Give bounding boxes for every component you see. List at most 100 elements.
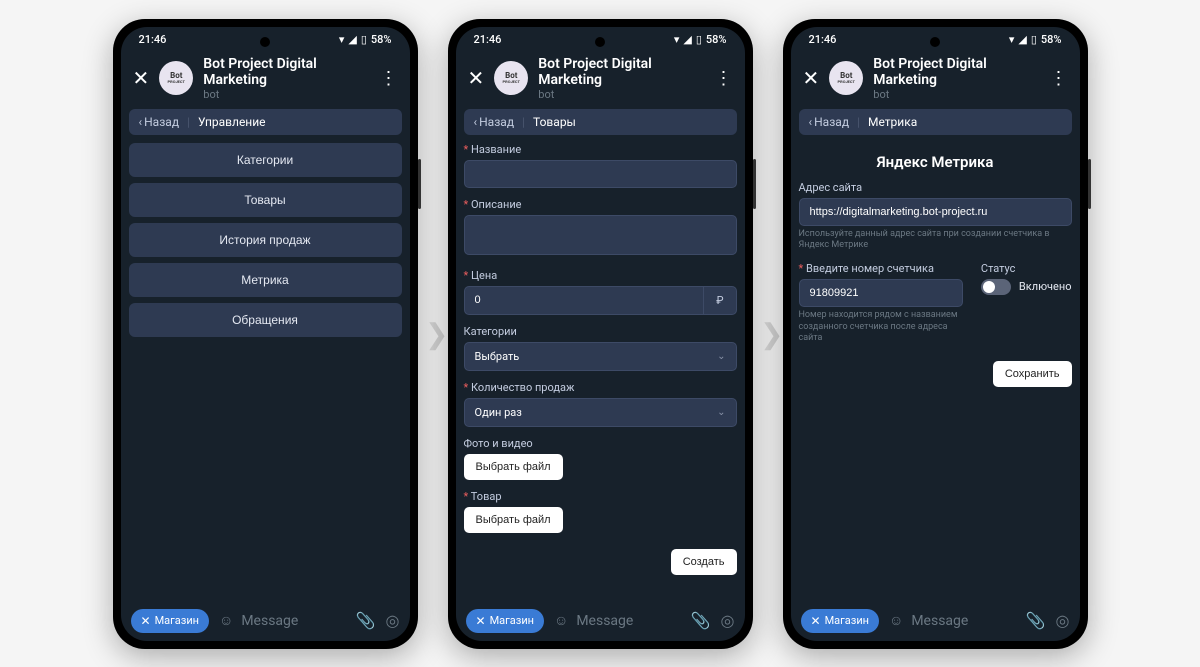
category-select[interactable]: Выбрать ⌄ bbox=[464, 342, 737, 371]
status-value: Включено bbox=[1019, 280, 1072, 293]
menu-metrics[interactable]: Метрика bbox=[129, 263, 402, 297]
breadcrumb-current: Метрика bbox=[868, 115, 917, 129]
menu-requests[interactable]: Обращения bbox=[129, 303, 402, 337]
price-input[interactable] bbox=[464, 286, 705, 315]
breadcrumb: ‹ Назад | Метрика bbox=[799, 109, 1072, 135]
shop-chip[interactable]: ✕Магазин bbox=[131, 609, 210, 633]
camera-icon[interactable]: ◎ bbox=[721, 611, 735, 630]
avatar[interactable]: Bot PROJECT bbox=[829, 61, 863, 95]
url-label: Адрес сайта bbox=[799, 181, 1072, 194]
message-bar: ✕Магазин ☺ Message 📎 ◎ bbox=[121, 601, 410, 641]
chat-title[interactable]: Bot Project Digital Marketing bot bbox=[538, 56, 704, 101]
message-input[interactable]: ☺ Message bbox=[554, 612, 681, 629]
category-label: Категории bbox=[464, 325, 737, 338]
name-label: Название bbox=[464, 143, 737, 156]
desc-input[interactable] bbox=[464, 215, 737, 255]
breadcrumb: ‹ Назад | Управление bbox=[129, 109, 402, 135]
counter-hint: Номер находится рядом с названием создан… bbox=[799, 310, 963, 345]
price-label: Цена bbox=[464, 269, 737, 282]
close-chip-icon[interactable]: ✕ bbox=[141, 614, 151, 628]
name-input[interactable] bbox=[464, 160, 737, 188]
attach-icon[interactable]: 📎 bbox=[691, 611, 711, 630]
phone-1: 21:46 ▾ ◢ ▯ 58% ✕ Bot PROJECT Bot Projec… bbox=[113, 19, 418, 649]
menu-sales-history[interactable]: История продаж bbox=[129, 223, 402, 257]
back-button[interactable]: ‹ Назад bbox=[139, 115, 180, 129]
battery-pct: 58% bbox=[706, 33, 727, 46]
message-bar: ✕Магазин ☺ Message 📎 ◎ bbox=[791, 601, 1080, 641]
shop-chip[interactable]: ✕Магазин bbox=[801, 609, 880, 633]
battery-icon: ▯ bbox=[1031, 33, 1037, 46]
arrow-icon: ❯ bbox=[760, 317, 783, 350]
sales-label: Количество продаж bbox=[464, 381, 737, 394]
emoji-icon[interactable]: ☺ bbox=[554, 612, 568, 629]
status-time: 21:46 bbox=[139, 33, 167, 46]
camera-icon[interactable]: ◎ bbox=[1056, 611, 1070, 630]
wifi-icon: ▾ bbox=[674, 33, 680, 46]
chat-header: ✕ Bot PROJECT Bot Project Digital Market… bbox=[456, 48, 745, 109]
media-file-button[interactable]: Выбрать файл bbox=[464, 454, 563, 480]
close-icon[interactable]: ✕ bbox=[803, 66, 820, 90]
battery-pct: 58% bbox=[371, 33, 392, 46]
close-icon[interactable]: ✕ bbox=[468, 66, 485, 90]
emoji-icon[interactable]: ☺ bbox=[889, 612, 903, 629]
counter-input[interactable] bbox=[799, 279, 963, 307]
close-chip-icon[interactable]: ✕ bbox=[476, 614, 486, 628]
media-label: Фото и видео bbox=[464, 437, 737, 450]
desc-label: Описание bbox=[464, 198, 737, 211]
signal-icon: ◢ bbox=[1018, 33, 1026, 46]
page-title: Яндекс Метрика bbox=[799, 153, 1072, 171]
currency-addon: ₽ bbox=[704, 286, 736, 315]
attach-icon[interactable]: 📎 bbox=[356, 611, 376, 630]
close-icon[interactable]: ✕ bbox=[133, 66, 150, 90]
chat-title[interactable]: Bot Project Digital Marketing bot bbox=[203, 56, 369, 101]
url-hint: Используйте данный адрес сайта при созда… bbox=[799, 229, 1072, 252]
battery-icon: ▯ bbox=[696, 33, 702, 46]
chat-title[interactable]: Bot Project Digital Marketing bot bbox=[873, 56, 1039, 101]
chevron-down-icon: ⌄ bbox=[717, 407, 725, 418]
wifi-icon: ▾ bbox=[339, 33, 345, 46]
shop-chip[interactable]: ✕Магазин bbox=[466, 609, 545, 633]
battery-icon: ▯ bbox=[361, 33, 367, 46]
attach-icon[interactable]: 📎 bbox=[1026, 611, 1046, 630]
camera-notch bbox=[930, 37, 940, 47]
breadcrumb: ‹ Назад | Товары bbox=[464, 109, 737, 135]
message-input[interactable]: ☺ Message bbox=[219, 612, 346, 629]
breadcrumb-current: Управление bbox=[198, 115, 266, 129]
chat-header: ✕ Bot PROJECT Bot Project Digital Market… bbox=[121, 48, 410, 109]
more-icon[interactable]: ⋮ bbox=[1050, 68, 1068, 89]
camera-notch bbox=[260, 37, 270, 47]
back-button[interactable]: ‹ Назад bbox=[809, 115, 850, 129]
camera-icon[interactable]: ◎ bbox=[386, 611, 400, 630]
product-label: Товар bbox=[464, 490, 737, 503]
back-button[interactable]: ‹ Назад bbox=[474, 115, 515, 129]
avatar[interactable]: Bot PROJECT bbox=[494, 61, 528, 95]
chevron-down-icon: ⌄ bbox=[717, 351, 725, 362]
counter-label: Введите номер счетчика bbox=[799, 262, 963, 275]
product-file-button[interactable]: Выбрать файл bbox=[464, 507, 563, 533]
camera-notch bbox=[595, 37, 605, 47]
breadcrumb-current: Товары bbox=[533, 115, 576, 129]
menu-categories[interactable]: Категории bbox=[129, 143, 402, 177]
url-input[interactable] bbox=[799, 198, 1072, 226]
menu-products[interactable]: Товары bbox=[129, 183, 402, 217]
more-icon[interactable]: ⋮ bbox=[380, 68, 398, 89]
emoji-icon[interactable]: ☺ bbox=[219, 612, 233, 629]
signal-icon: ◢ bbox=[348, 33, 356, 46]
message-input[interactable]: ☺ Message bbox=[889, 612, 1016, 629]
arrow-icon: ❯ bbox=[425, 317, 448, 350]
save-button[interactable]: Сохранить bbox=[993, 361, 1072, 387]
chat-header: ✕ Bot PROJECT Bot Project Digital Market… bbox=[791, 48, 1080, 109]
status-time: 21:46 bbox=[474, 33, 502, 46]
status-toggle[interactable] bbox=[981, 279, 1011, 295]
phone-2: 21:46 ▾ ◢ ▯ 58% ✕ Bot PROJECT Bot Projec… bbox=[448, 19, 753, 649]
signal-icon: ◢ bbox=[683, 33, 691, 46]
avatar[interactable]: Bot PROJECT bbox=[159, 61, 193, 95]
sales-select[interactable]: Один раз ⌄ bbox=[464, 398, 737, 427]
wifi-icon: ▾ bbox=[1009, 33, 1015, 46]
message-bar: ✕Магазин ☺ Message 📎 ◎ bbox=[456, 601, 745, 641]
more-icon[interactable]: ⋮ bbox=[715, 68, 733, 89]
close-chip-icon[interactable]: ✕ bbox=[811, 614, 821, 628]
phone-3: 21:46 ▾ ◢ ▯ 58% ✕ Bot PROJECT Bot Projec… bbox=[783, 19, 1088, 649]
create-button[interactable]: Создать bbox=[671, 549, 737, 575]
battery-pct: 58% bbox=[1041, 33, 1062, 46]
